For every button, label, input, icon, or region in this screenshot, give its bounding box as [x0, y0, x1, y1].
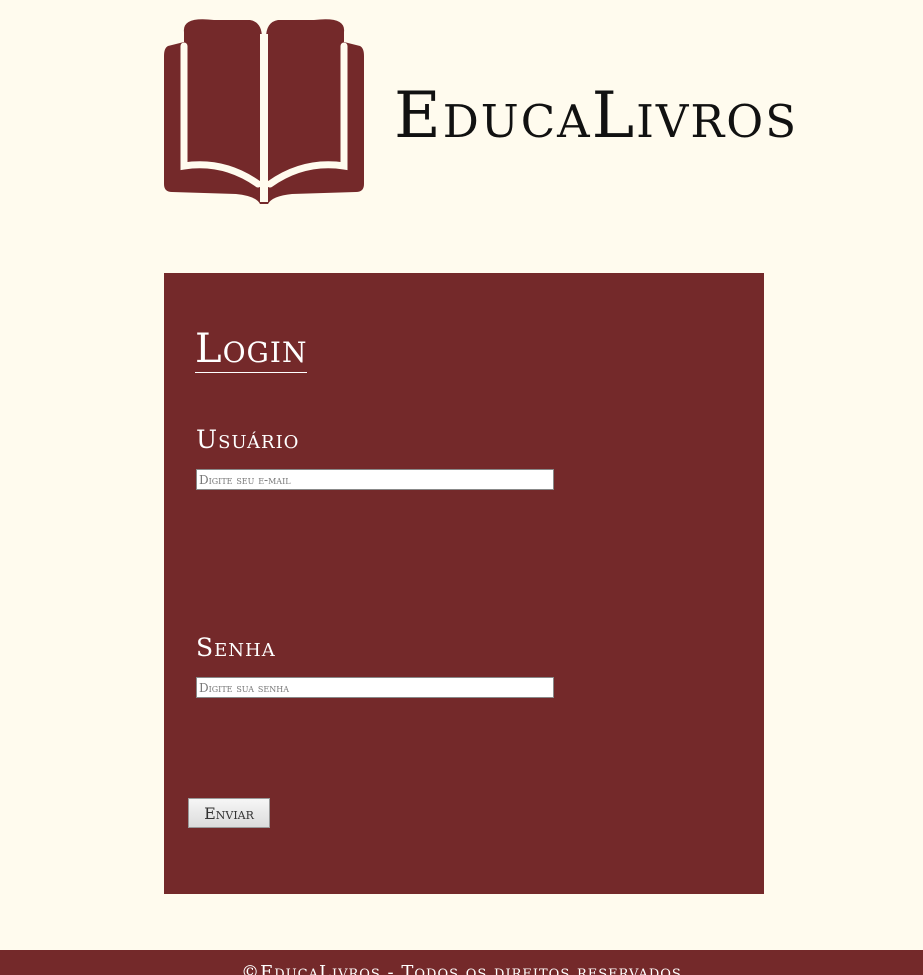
password-label: Senha: [196, 633, 276, 662]
username-input[interactable]: [196, 469, 554, 490]
submit-button[interactable]: Enviar: [188, 798, 270, 828]
brand-name: EducaLivros: [394, 79, 799, 153]
username-label: Usuário: [196, 425, 300, 454]
open-book-icon: [164, 19, 364, 204]
site-footer: ©EducaLivros - Todos os direitos reserva…: [0, 950, 923, 975]
login-title: Login: [195, 326, 308, 373]
site-header: EducaLivros: [160, 12, 840, 212]
footer-copyright: ©EducaLivros - Todos os direitos reserva…: [241, 962, 682, 975]
password-input[interactable]: [196, 677, 554, 698]
login-panel: Login Usuário Senha Enviar: [164, 273, 764, 894]
